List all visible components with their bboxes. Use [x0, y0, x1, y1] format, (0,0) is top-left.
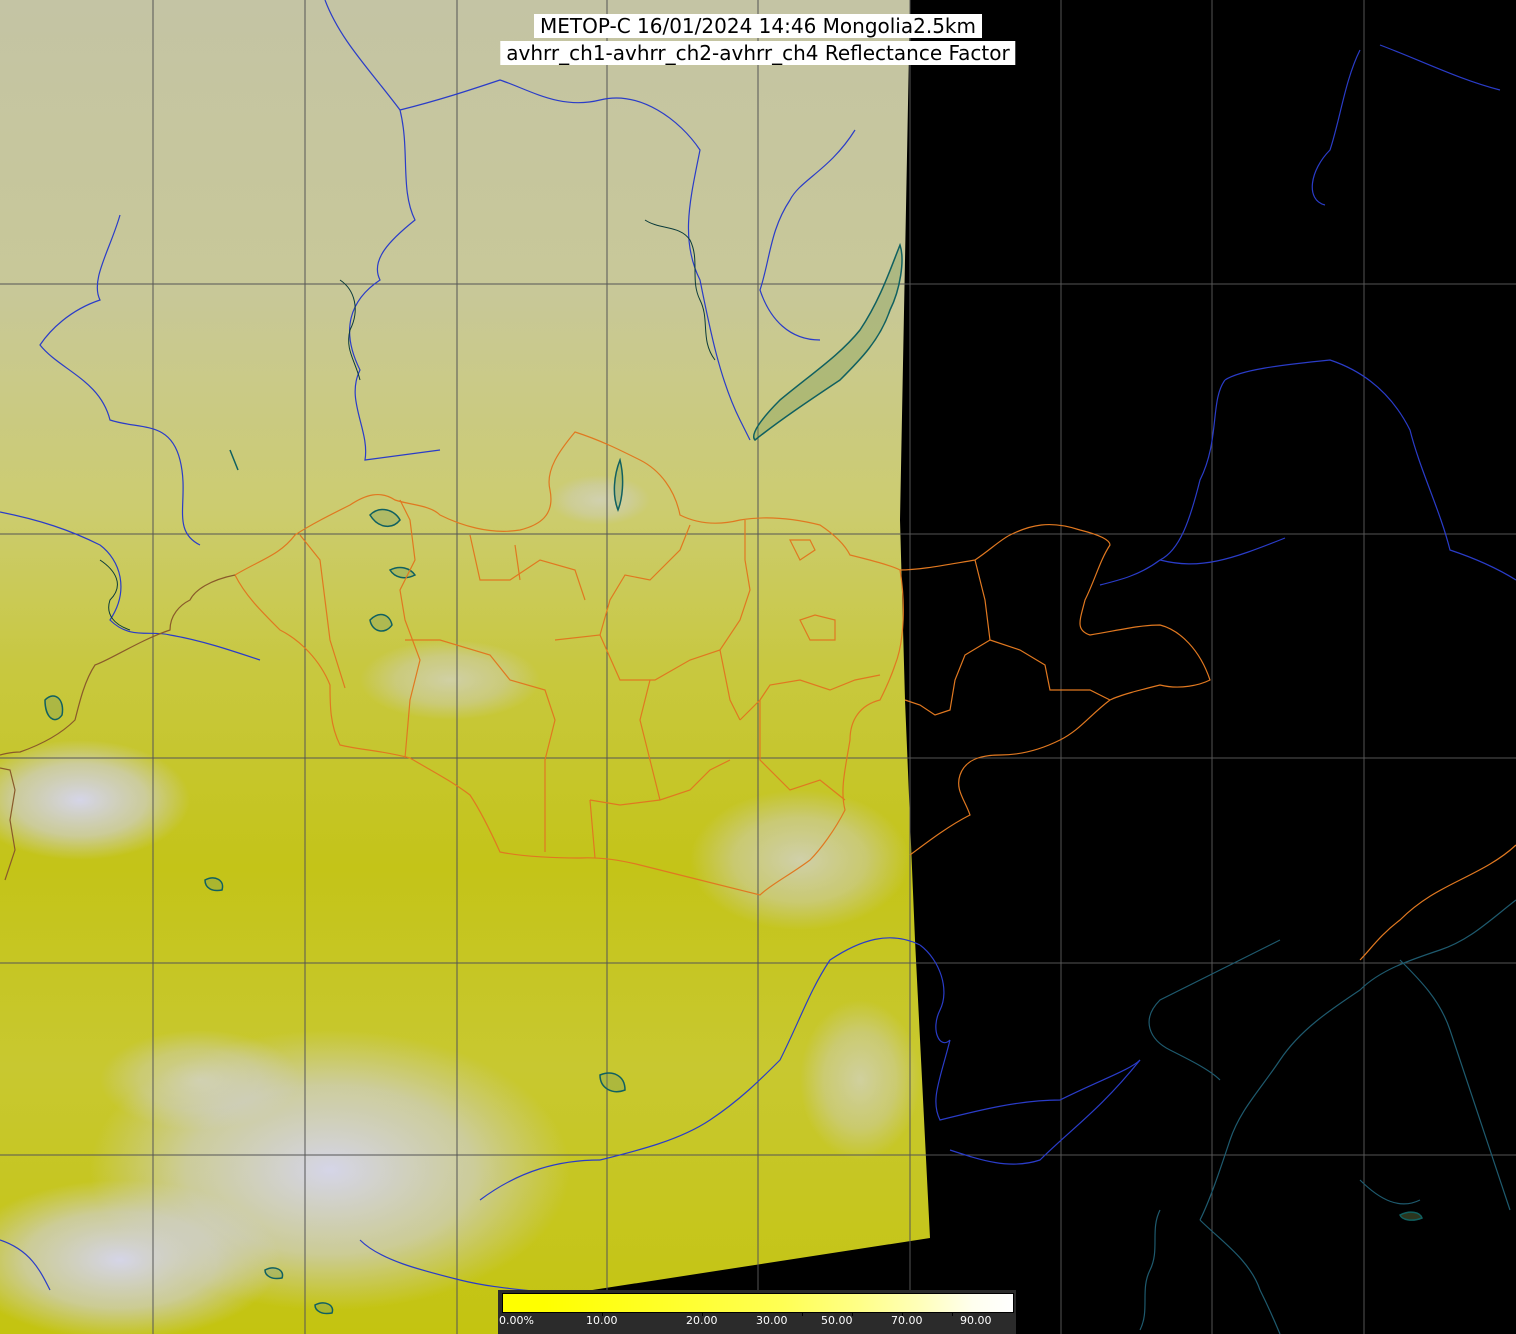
- colorbar-label: 0.00%: [499, 1314, 534, 1327]
- colorbar-label: 50.00: [821, 1314, 853, 1327]
- colorbar-label: 70.00: [891, 1314, 923, 1327]
- title-line-1: METOP-C 16/01/2024 14:46 Mongolia2.5km: [534, 14, 982, 38]
- colorbar-label: 10.00: [586, 1314, 618, 1327]
- colorbar-tick: [802, 1312, 803, 1316]
- colorbar-label: 20.00: [686, 1314, 718, 1327]
- coastlines: [1139, 899, 1516, 1334]
- colorbar-label: 30.00: [756, 1314, 788, 1327]
- colorbar: 0.00% 10.00 20.00 30.00 50.00 70.00 90.0…: [498, 1290, 1016, 1334]
- colorbar-label: 90.00: [960, 1314, 992, 1327]
- map-canvas: [0, 0, 1516, 1334]
- title-line-2: avhrr_ch1-avhrr_ch2-avhrr_ch4 Reflectanc…: [500, 41, 1016, 65]
- colorbar-gradient: [502, 1293, 1014, 1313]
- colorbar-tick: [952, 1312, 953, 1316]
- satellite-map: METOP-C 16/01/2024 14:46 Mongolia2.5km a…: [0, 0, 1516, 1334]
